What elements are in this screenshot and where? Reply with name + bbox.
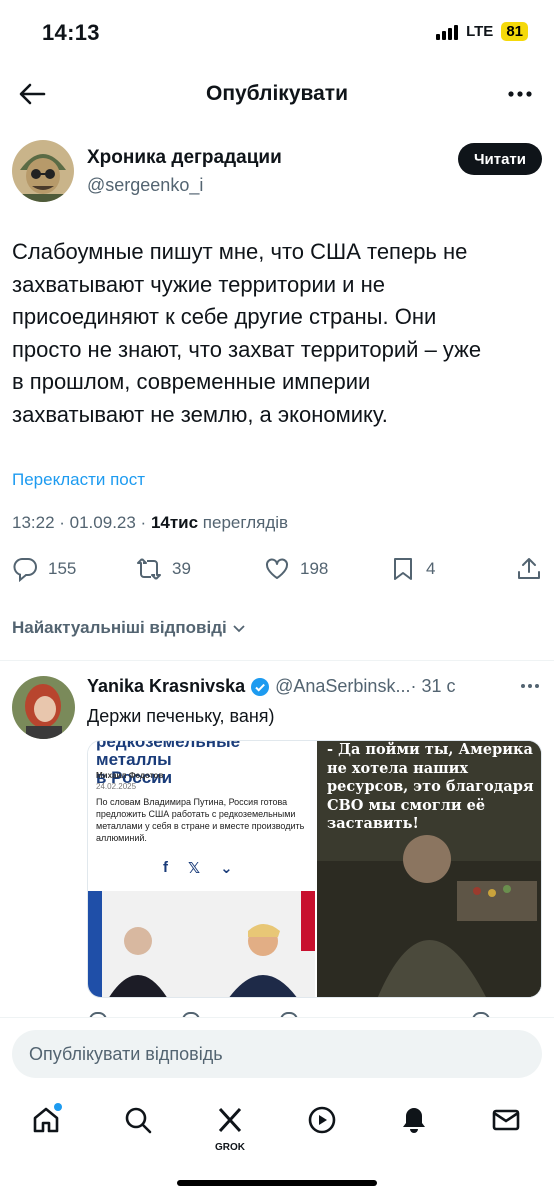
- meme-image[interactable]: - Да пойми ты, Америка не хотела наших р…: [317, 741, 541, 997]
- author-handle[interactable]: @sergeenko_i: [87, 175, 203, 196]
- repost-count: 39: [172, 559, 191, 578]
- article-author: Михаил Федотов: [96, 771, 164, 780]
- author-name[interactable]: Хроника деградации: [87, 147, 282, 169]
- follow-button[interactable]: Читати: [457, 143, 542, 175]
- x-logo-icon: 𝕏: [188, 860, 201, 877]
- more-horizontal-icon[interactable]: [518, 676, 542, 696]
- notification-dot: [54, 1103, 62, 1111]
- article-title: редкоземельные металлы в России: [96, 741, 241, 787]
- views-count[interactable]: 14тис: [151, 513, 198, 532]
- divider: [0, 660, 554, 661]
- status-indicators: LTE 81: [436, 22, 528, 41]
- reply-author-name[interactable]: Yanika Krasnivska: [87, 676, 245, 697]
- article-screenshot-image[interactable]: редкоземельные металлы в России Михаил Ф…: [88, 741, 315, 997]
- reply-text: Держи печеньку, ваня): [87, 706, 275, 726]
- top-nav: Опублікувати: [0, 66, 554, 122]
- replies-sort-dropdown[interactable]: Найактуальніші відповіді: [12, 618, 247, 638]
- grok-icon: [218, 1107, 242, 1133]
- repost-action[interactable]: 39: [136, 556, 191, 582]
- reply-compose-bar: Опублікувати відповідь: [0, 1017, 554, 1092]
- home-indicator: [177, 1180, 377, 1186]
- reply-input[interactable]: Опублікувати відповідь: [12, 1030, 542, 1078]
- sort-label: Найактуальніші відповіді: [12, 618, 227, 637]
- bookmark-count: 4: [426, 559, 436, 578]
- more-horizontal-icon[interactable]: [504, 78, 536, 110]
- article-date: 24.02.2025: [96, 782, 137, 791]
- bookmark-icon: [394, 558, 412, 580]
- mail-icon: [492, 1109, 520, 1131]
- bell-icon: [403, 1108, 425, 1133]
- bookmark-action[interactable]: 4: [390, 556, 435, 582]
- reply-header: Yanika Krasnivska @AnaSerbinsk... · 31 с: [87, 676, 542, 697]
- share-action[interactable]: [516, 556, 542, 582]
- chevron-down-icon: ⌄: [220, 860, 233, 877]
- reply-author-handle[interactable]: @AnaSerbinsk...: [275, 676, 410, 697]
- search-icon: [125, 1107, 152, 1134]
- status-bar: 14:13 LTE 81: [0, 0, 554, 66]
- heart-icon: [266, 558, 288, 579]
- bottom-tab-bar: GROK: [0, 1092, 554, 1199]
- repost-icon: [137, 558, 161, 580]
- tab-video[interactable]: [304, 1102, 340, 1138]
- facebook-icon: f: [163, 859, 168, 876]
- play-circle-icon: [308, 1106, 336, 1134]
- battery-icon: 81: [501, 22, 528, 41]
- status-time: 14:13: [42, 20, 100, 45]
- leaders-photo: [88, 891, 315, 997]
- article-share-icons: f 𝕏 ⌄: [163, 859, 233, 877]
- share-icon: [518, 558, 540, 579]
- views-label: переглядів: [198, 513, 289, 532]
- like-action[interactable]: 198: [264, 556, 328, 582]
- reply-time: · 31 с: [410, 676, 456, 696]
- tab-home[interactable]: [28, 1102, 64, 1138]
- network-label: LTE: [466, 23, 494, 40]
- meme-caption: - Да пойми ты, Америка не хотела наших р…: [327, 741, 534, 832]
- reply-action[interactable]: 155: [12, 556, 76, 582]
- reply-media[interactable]: редкоземельные металлы в России Михаил Ф…: [87, 740, 542, 998]
- verified-badge-icon: [251, 677, 270, 696]
- post-meta: 13:22 · 01.09.23 · 14тис переглядів: [12, 513, 288, 533]
- chevron-down-icon: [233, 625, 245, 633]
- author-avatar[interactable]: [12, 140, 74, 202]
- post-text: Слабоумные пишут мне, что США теперь не …: [12, 239, 482, 427]
- post-author: Хроника деградации @sergeenko_i Читати: [12, 140, 542, 204]
- signal-icon: [436, 24, 459, 40]
- post-actions: 155 39 198 4: [12, 556, 542, 588]
- tab-notifications[interactable]: [396, 1102, 432, 1138]
- reply-count: 155: [48, 559, 77, 578]
- tab-search[interactable]: [120, 1102, 156, 1138]
- grok-label: GROK: [215, 1142, 245, 1153]
- tab-messages[interactable]: [488, 1102, 524, 1138]
- post-timestamp: 13:22 · 01.09.23 ·: [12, 513, 151, 532]
- tab-grok[interactable]: GROK: [212, 1102, 248, 1153]
- reply-icon: [13, 558, 37, 582]
- translate-post-link[interactable]: Перекласти пост: [12, 470, 145, 490]
- reply-avatar[interactable]: [12, 676, 75, 739]
- page-title: Опублікувати: [205, 82, 349, 105]
- like-count: 198: [300, 559, 329, 578]
- article-body: По словам Владимира Путина, Россия готов…: [96, 797, 305, 843]
